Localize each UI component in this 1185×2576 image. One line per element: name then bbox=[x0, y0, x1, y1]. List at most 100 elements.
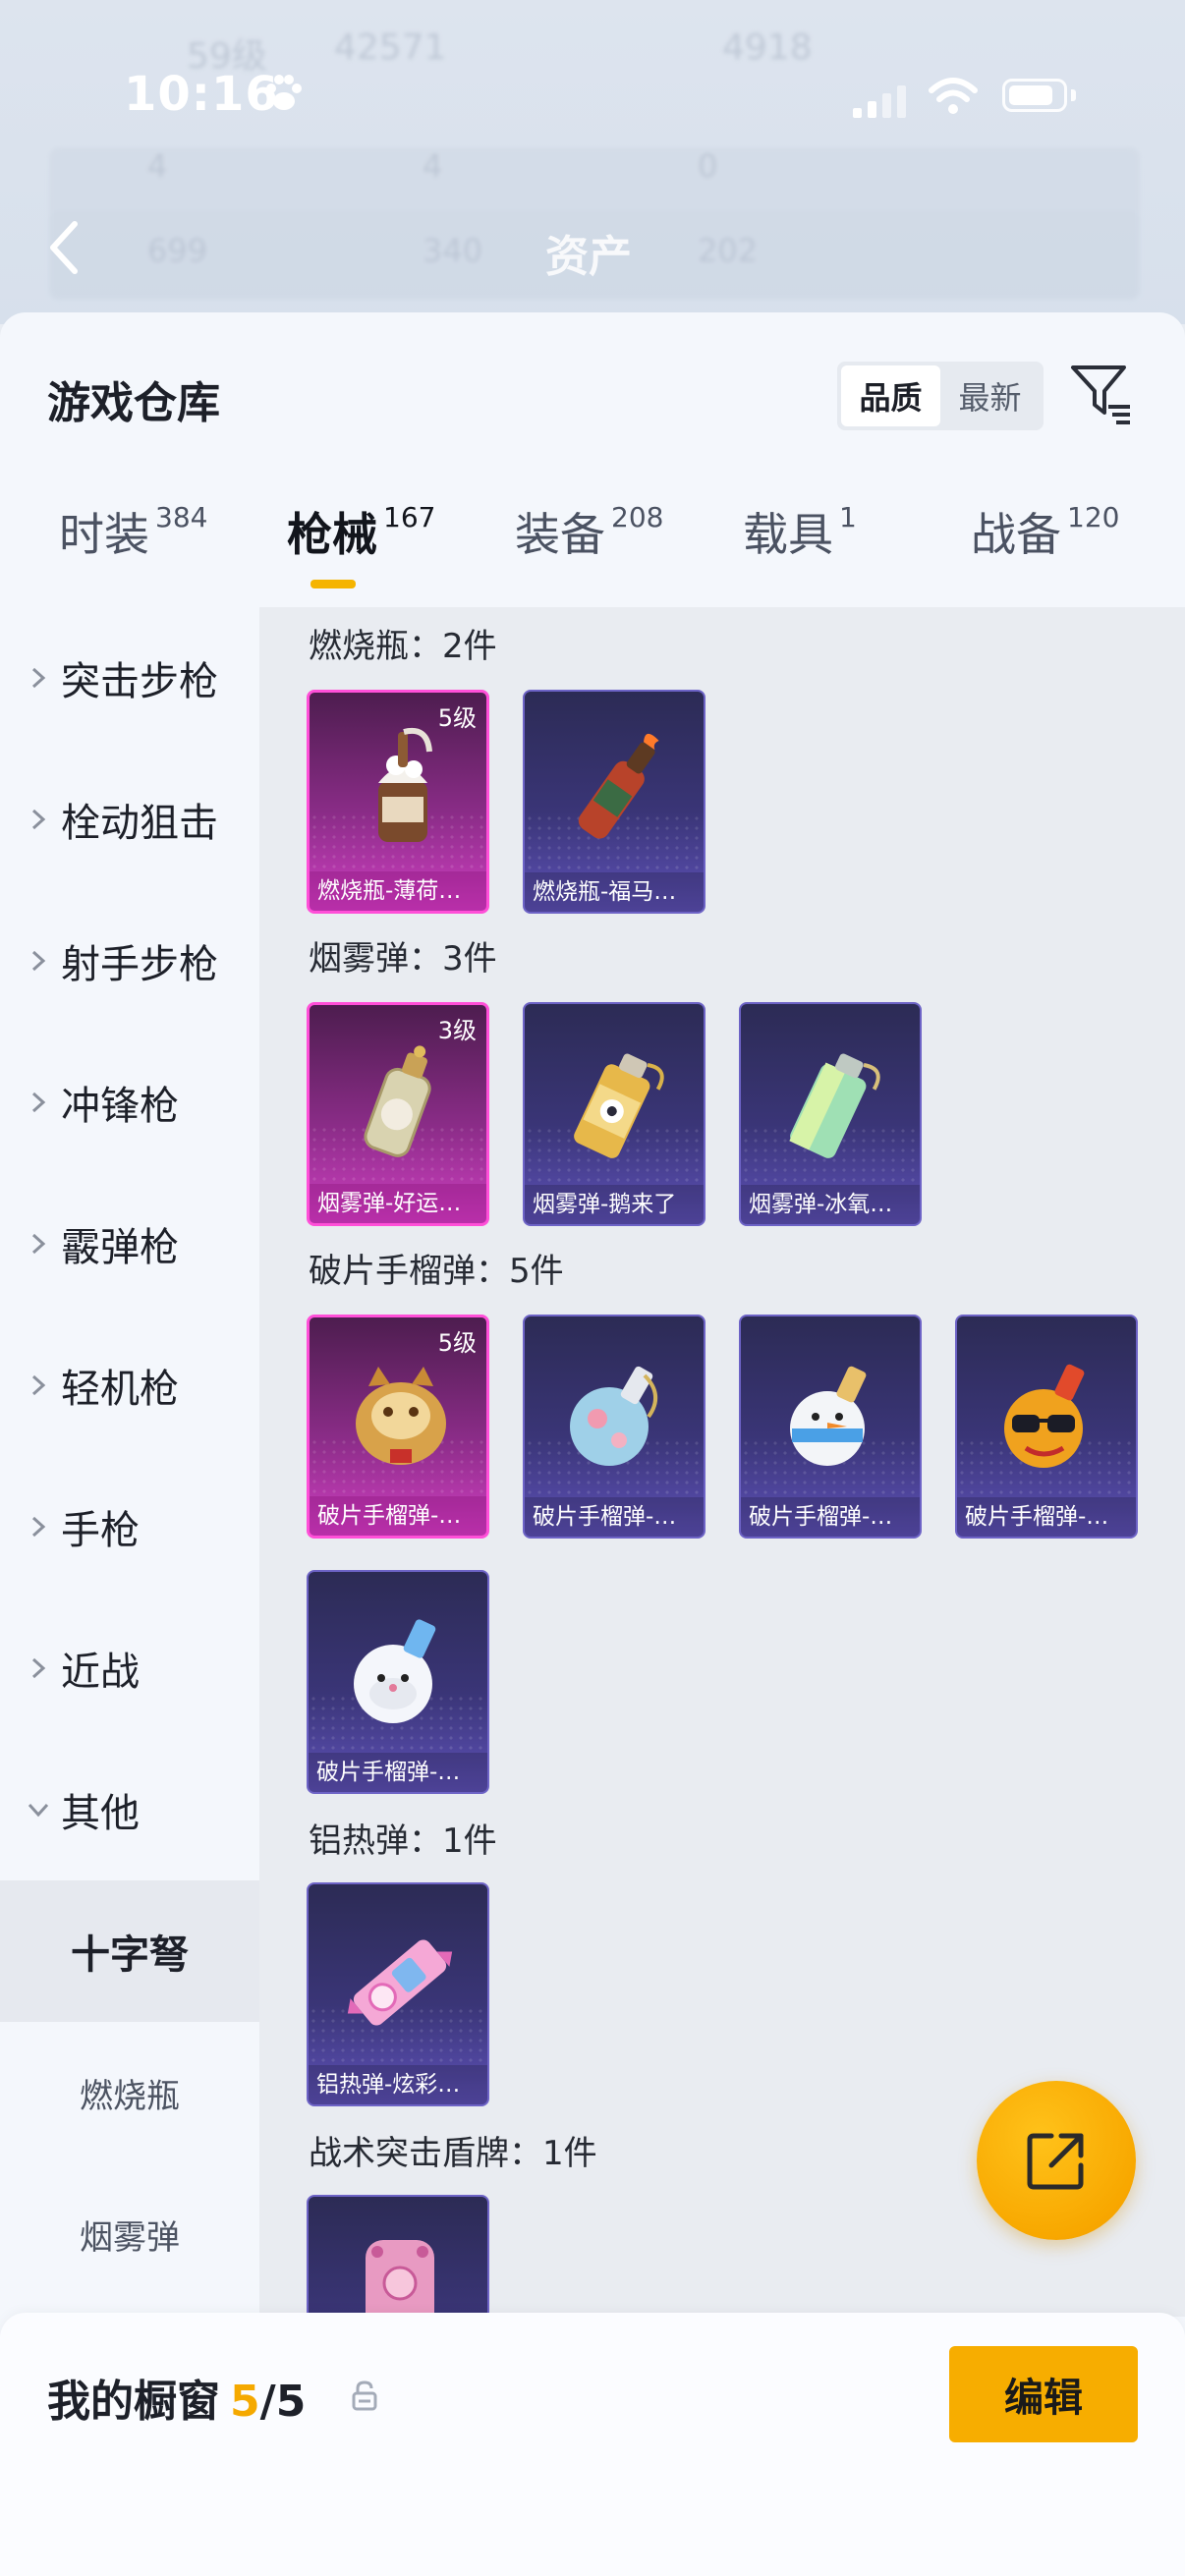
category-tabs: 时装 384 枪械 167 装备 208 载具 1 战备 120 bbox=[0, 499, 1185, 607]
sidebar-item-label: 近战 bbox=[61, 1650, 140, 1695]
tab-label: 战备 bbox=[971, 508, 1061, 561]
tab-count: 167 bbox=[383, 501, 436, 533]
tab-tactical[interactable]: 战备 120 bbox=[971, 499, 1119, 564]
item-card[interactable]: 破片手榴弹-… bbox=[955, 1315, 1138, 1539]
sidebar-subitem-molotov[interactable]: 燃烧瓶 bbox=[0, 2022, 259, 2163]
sidebar-subitem-crossbow[interactable]: 十字弩 bbox=[0, 1880, 259, 2022]
tab-fashion[interactable]: 时装 384 bbox=[59, 499, 207, 564]
candy-thermite-icon bbox=[347, 1939, 453, 2026]
tab-label: 枪械 bbox=[287, 508, 377, 561]
chevron-right-icon bbox=[31, 1233, 46, 1255]
active-tab-indicator bbox=[310, 580, 356, 588]
goose-canister-icon bbox=[574, 1053, 664, 1158]
tab-count: 384 bbox=[155, 501, 208, 533]
item-card[interactable]: 破片手榴弹-… bbox=[739, 1315, 922, 1539]
status-time: 10:16 bbox=[124, 67, 279, 122]
sidebar-subitem-smoke[interactable]: 烟雾弹 bbox=[0, 2163, 259, 2305]
section-title-molotov: 燃烧瓶：2件 bbox=[309, 627, 497, 666]
sidebar-item-label: 霰弹枪 bbox=[61, 1225, 179, 1270]
sort-option-quality[interactable]: 品质 bbox=[841, 365, 940, 426]
tab-count: 120 bbox=[1067, 501, 1120, 533]
item-name: 燃烧瓶-福马… bbox=[525, 872, 704, 912]
showcase-label-group: 我的橱窗 5 / 5 bbox=[47, 2366, 306, 2429]
sidebar-item-marksman-rifle[interactable]: 射手步枪 bbox=[0, 890, 259, 1032]
item-card[interactable]: 5级 破片手榴弹-… bbox=[307, 1315, 489, 1539]
item-card[interactable]: 5级 燃烧瓶-薄荷… bbox=[307, 690, 489, 914]
item-card[interactable]: 3级 烟雾弹-好运… bbox=[307, 1002, 489, 1226]
sidebar-item-shotgun[interactable]: 霰弹枪 bbox=[0, 1173, 259, 1315]
item-name: 破片手榴弹-… bbox=[741, 1497, 920, 1537]
warehouse-sheet: 游戏仓库 品质 最新 时装 384 枪械 167 装备 208 载具 1 战备 … bbox=[0, 312, 1185, 2576]
sidebar-item-assault-rifle[interactable]: 突击步枪 bbox=[0, 607, 259, 749]
sidebar-subitem-label: 烟雾弹 bbox=[80, 2217, 180, 2258]
chevron-right-icon bbox=[31, 950, 46, 972]
item-card[interactable]: 破片手榴弹-… bbox=[523, 1315, 705, 1539]
item-name: 烟雾弹-好运… bbox=[310, 1184, 486, 1223]
filter-icon[interactable] bbox=[1069, 362, 1134, 426]
item-name: 破片手榴弹-… bbox=[957, 1497, 1136, 1537]
sidebar-item-pistol[interactable]: 手枪 bbox=[0, 1456, 259, 1597]
showcase-label: 我的橱窗 bbox=[47, 2377, 220, 2427]
item-card[interactable]: 烟雾弹-冰氧… bbox=[739, 1002, 922, 1226]
ghost-stat: 340 bbox=[423, 232, 483, 269]
item-card[interactable]: 破片手榴弹-… bbox=[307, 1570, 489, 1794]
blue-floral-grenade-icon bbox=[570, 1366, 657, 1466]
background-header: 59级 42571 4918 4 4 0 699 340 202 资产 10:1… bbox=[0, 0, 1185, 324]
wifi-icon bbox=[929, 78, 978, 114]
item-grid: 燃烧瓶：2件 5级 燃烧瓶-薄荷… 燃烧瓶-福马… 烟雾弹：3件 3级 烟雾弹-… bbox=[259, 607, 1185, 2317]
back-arrow-icon[interactable] bbox=[45, 218, 81, 277]
sidebar-item-label: 冲锋枪 bbox=[61, 1084, 179, 1129]
ghost-stat: 699 bbox=[147, 232, 208, 269]
ice-cream-bottle-icon bbox=[378, 728, 432, 842]
tab-count: 208 bbox=[611, 501, 664, 533]
ice-canister-icon bbox=[789, 1053, 880, 1158]
item-name: 破片手榴弹-… bbox=[310, 1496, 486, 1536]
sort-option-newest[interactable]: 最新 bbox=[940, 365, 1040, 426]
sidebar-item-bolt-sniper[interactable]: 栓动狙击 bbox=[0, 749, 259, 890]
item-name: 破片手榴弹-… bbox=[525, 1497, 704, 1537]
molotov-bottle-icon bbox=[578, 733, 659, 839]
chevron-right-icon bbox=[31, 1092, 46, 1113]
showcase-current-count: 5 bbox=[230, 2377, 260, 2427]
edit-button[interactable]: 编辑 bbox=[949, 2346, 1138, 2442]
section-title-smoke: 烟雾弹：3件 bbox=[309, 939, 497, 979]
item-name: 烟雾弹-冰氧… bbox=[741, 1185, 920, 1224]
sunglasses-grenade-icon bbox=[1004, 1364, 1085, 1468]
showcase-bar: 我的橱窗 5 / 5 编辑 bbox=[0, 2313, 1185, 2576]
snowman-grenade-icon bbox=[790, 1366, 867, 1466]
tab-vehicles[interactable]: 载具 1 bbox=[743, 499, 857, 564]
chevron-down-icon bbox=[28, 1803, 49, 1818]
page-title: 资产 bbox=[545, 232, 632, 282]
chevron-right-icon bbox=[31, 809, 46, 830]
share-button[interactable] bbox=[977, 2081, 1136, 2240]
item-card[interactable]: 燃烧瓶-福马… bbox=[523, 690, 705, 914]
sidebar-item-label: 突击步枪 bbox=[61, 659, 218, 704]
section-title-shield: 战术突击盾牌：1件 bbox=[309, 2134, 597, 2173]
tab-equipment[interactable]: 装备 208 bbox=[515, 499, 663, 564]
sidebar-item-other[interactable]: 其他 bbox=[0, 1739, 259, 1880]
item-card[interactable]: 烟雾弹-鹅来了 bbox=[523, 1002, 705, 1226]
sidebar-item-melee[interactable]: 近战 bbox=[0, 1597, 259, 1739]
item-card[interactable] bbox=[307, 2195, 489, 2317]
showcase-separator: / bbox=[259, 2377, 276, 2427]
tab-label: 时装 bbox=[59, 508, 149, 561]
sidebar-item-label: 射手步枪 bbox=[61, 942, 218, 987]
sidebar-item-lmg[interactable]: 轻机枪 bbox=[0, 1315, 259, 1456]
share-external-icon bbox=[1027, 2133, 1084, 2190]
status-bar: 10:16 bbox=[0, 0, 1185, 196]
section-title-thermite: 铝热弹：1件 bbox=[309, 1821, 497, 1861]
tab-firearms[interactable]: 枪械 167 bbox=[287, 499, 435, 564]
lucky-bottle-icon bbox=[364, 1045, 431, 1157]
paw-icon bbox=[266, 75, 302, 110]
sidebar-subitem-label: 十字弩 bbox=[71, 1932, 189, 1978]
sidebar-subitem-label: 燃烧瓶 bbox=[80, 2076, 180, 2116]
item-name: 烟雾弹-鹅来了 bbox=[525, 1185, 704, 1224]
item-card[interactable]: 铝热弹-炫彩… bbox=[307, 1882, 489, 2106]
chevron-right-icon bbox=[31, 1374, 46, 1396]
sidebar-item-smg[interactable]: 冲锋枪 bbox=[0, 1032, 259, 1173]
tab-label: 载具 bbox=[743, 508, 833, 561]
weapon-type-sidebar: 突击步枪 栓动狙击 射手步枪 冲锋枪 霰弹枪 轻机枪 手枪 近战 其他 十字弩 … bbox=[0, 607, 259, 2317]
sort-toggle: 品质 最新 bbox=[837, 362, 1044, 430]
sheet-title: 游戏仓库 bbox=[47, 378, 220, 428]
sidebar-item-label: 手枪 bbox=[61, 1508, 140, 1553]
